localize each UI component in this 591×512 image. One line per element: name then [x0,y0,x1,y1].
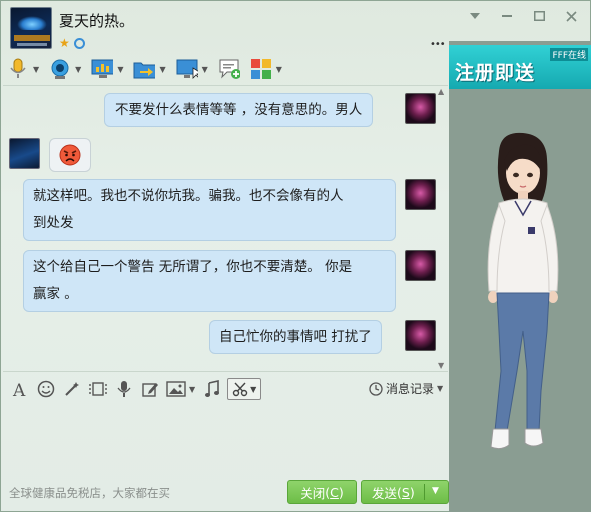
ad-banner-text: 注册即送 [455,62,536,84]
close-label: 关闭 [300,485,326,501]
folder-arrow-icon [133,58,156,80]
music-icon[interactable] [201,378,223,400]
create-discussion-button[interactable] [218,58,240,80]
message-line: 赢家 。 [33,286,78,302]
maximize-icon[interactable] [530,7,548,25]
screen-cursor-icon [176,58,198,80]
qzone-icon[interactable] [73,37,85,49]
footer-ad-link[interactable]: 全球健康品免税店，大家都在买 [9,485,170,501]
contact-avatar-small[interactable] [9,138,40,169]
apps-button[interactable]: ▼ [250,58,282,80]
toolbar-divider [3,85,448,86]
chat-toolbar: ▼ ▼ ▼ ▼ ▼ ▼ [7,55,292,83]
message-bubble: 自己忙你的事情吧 打扰了 [209,320,382,354]
my-avatar[interactable] [405,320,436,351]
input-toolbar: A ▼ ▼ [9,376,262,402]
message-input[interactable] [3,403,448,475]
ad-banner-tag: FFF在线 [550,48,588,61]
avatar-show-figure[interactable] [471,131,571,461]
send-options-icon[interactable]: ▼ [432,486,439,496]
my-avatar[interactable] [405,179,436,210]
monitor-chart-icon [91,58,114,80]
microphone-icon [7,58,29,80]
emoji-bubble [49,138,91,172]
contact-name[interactable]: 夏天的热。 [59,10,134,31]
my-avatar[interactable] [405,250,436,281]
svg-text:A: A [12,381,26,398]
message-bubble: 就这样吧。我也不说你坑我。骗我。也不会像有的人 到处发 [23,179,396,241]
voice-call-button[interactable]: ▼ [7,58,39,80]
star-icon[interactable]: ★ [59,36,70,50]
contact-avatar[interactable] [10,7,52,49]
clock-icon [369,381,383,396]
send-button[interactable]: 发送(S) ▼ [361,480,449,504]
my-avatar[interactable] [405,93,436,124]
chat-window: 夏天的热。 ★ ••• ▼ ▼ ▼ ▼ ▼ ▼ 不要发什么表情等等 ，没有意思的… [0,0,591,512]
minimize-icon[interactable] [498,7,516,25]
message-line: 到处发 [33,215,74,231]
side-ad-banner[interactable]: 注册即送 FFF在线 [449,45,591,89]
screenshot-button[interactable]: ▼ [227,378,262,400]
chat-add-icon [218,58,240,80]
status-icons: ★ [59,36,85,50]
close-icon[interactable] [562,7,580,25]
message-item: 这个给自己一个警告 无所谓了，你也不要清楚。 你是 赢家 。 [23,250,396,312]
message-line: 就这样吧。我也不说你坑我。骗我。也不会像有的人 [33,188,344,204]
message-item: 不要发什么表情等等 ，没有意思的。男人 [104,93,374,127]
message-bubble: 不要发什么表情等等 ，没有意思的。男人 [104,93,374,127]
voice-message-icon[interactable] [113,378,135,400]
message-history-button[interactable]: 消息记录 ▼ [369,380,443,397]
remote-desktop-button[interactable]: ▼ [91,58,123,80]
send-file-button[interactable]: ▼ [133,58,166,80]
input-divider [3,371,448,372]
side-show-panel: 注册即送 FFF在线 [449,41,591,512]
angry-face-icon [59,144,81,166]
magic-wand-icon[interactable] [61,378,83,400]
scroll-up-icon[interactable]: ▲ [438,87,444,96]
message-line: 这个给自己一个警告 无所谓了，你也不要清楚。 你是 [33,259,353,275]
video-show-icon[interactable] [87,378,109,400]
close-shortcut: C [330,484,339,500]
message-item: 就这样吧。我也不说你坑我。骗我。也不会像有的人 到处发 [23,179,396,241]
scissors-icon [232,382,248,397]
edit-icon[interactable] [139,378,161,400]
message-item: 自己忙你的事情吧 打扰了 [209,320,382,354]
close-button[interactable]: 关闭(C) [287,480,357,504]
scroll-down-icon[interactable]: ▼ [438,361,444,370]
screen-share-button[interactable]: ▼ [176,58,208,80]
more-icon[interactable]: ••• [430,39,446,50]
emoji-icon[interactable] [35,378,57,400]
history-label: 消息记录 [386,382,435,396]
message-bubble: 这个给自己一个警告 无所谓了，你也不要清楚。 你是 赢家 。 [23,250,396,312]
window-controls [466,7,580,25]
apps-grid-icon [250,58,272,80]
font-icon[interactable]: A [9,378,31,400]
dropdown-icon[interactable] [466,7,484,25]
video-call-button[interactable]: ▼ [49,58,81,80]
camera-icon [49,58,71,80]
send-label: 发送 [372,485,398,501]
image-icon[interactable] [165,378,187,400]
message-list[interactable]: 不要发什么表情等等 ，没有意思的。男人 就这样吧。我也不说你坑我。骗我。也不会像… [3,87,450,371]
send-shortcut: S [401,484,410,500]
